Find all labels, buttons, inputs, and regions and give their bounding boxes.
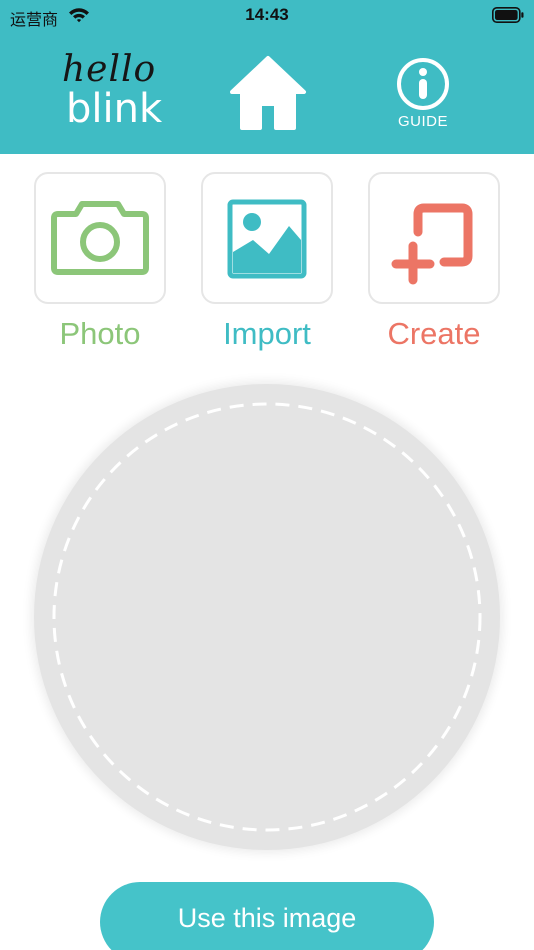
create-label: Create (387, 316, 481, 351)
battery-icon (492, 7, 524, 23)
camera-icon (51, 201, 149, 275)
logo-blink-text: blink (66, 86, 163, 132)
status-time: 14:43 (245, 5, 289, 24)
image-icon (227, 199, 307, 279)
hello-blink-logo: hello blink (58, 50, 162, 132)
import-label: Import (223, 316, 311, 351)
create-button[interactable] (368, 172, 500, 304)
dashed-circle-outline (52, 402, 482, 832)
import-button[interactable] (201, 172, 333, 304)
home-icon (230, 56, 306, 130)
logo-hello-text: hello (62, 49, 157, 90)
photo-label: Photo (59, 316, 141, 351)
home-button[interactable] (228, 54, 308, 130)
image-canvas[interactable] (34, 384, 500, 850)
use-this-image-button[interactable]: Use this image (100, 882, 434, 950)
info-icon (397, 58, 449, 110)
create-frame-icon (391, 203, 473, 285)
photo-button[interactable] (34, 172, 166, 304)
guide-button[interactable]: GUIDE (390, 56, 456, 132)
guide-label: GUIDE (397, 113, 448, 130)
status-bar: 运营商 14:43 (0, 0, 534, 32)
